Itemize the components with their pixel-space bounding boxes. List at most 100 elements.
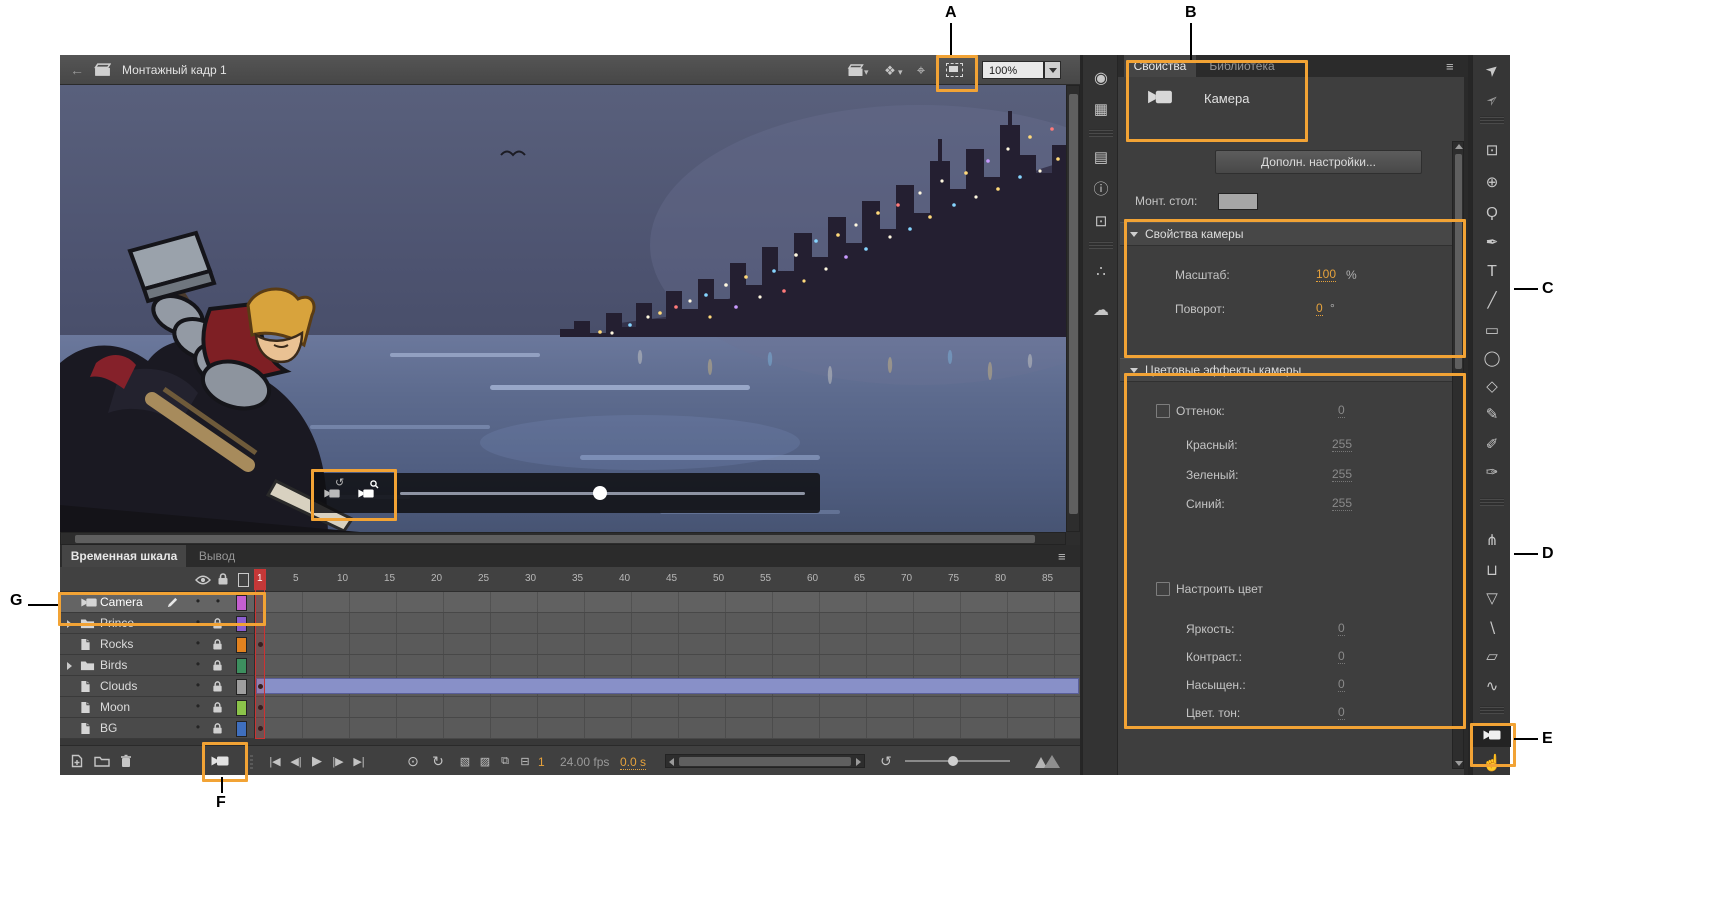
adjust-color-checkbox[interactable] [1156, 582, 1170, 596]
moon-layer-frames[interactable] [255, 697, 1080, 718]
new-layer-button[interactable] [70, 754, 84, 768]
saturation-value[interactable]: 0 [1338, 677, 1345, 692]
stage-canvas[interactable]: ↺ [60, 85, 1066, 532]
red-value[interactable]: 255 [1332, 437, 1352, 452]
layer-row-camera[interactable]: Camera •• [60, 592, 255, 613]
transform-panel-icon[interactable]: ⊡ [1083, 209, 1119, 233]
edit-scene-menu-icon[interactable] [845, 63, 865, 77]
edit-multiple-frames-button[interactable]: ⧉ [496, 751, 514, 771]
delete-layer-button[interactable] [120, 754, 132, 768]
lasso-tool[interactable]: Ϙ [1473, 200, 1511, 224]
pen-tool[interactable]: ✒ [1473, 230, 1511, 254]
hand-tool[interactable]: ☝ [1473, 751, 1511, 775]
selection-tool[interactable]: ➤ [1473, 58, 1511, 82]
blue-value[interactable]: 255 [1332, 496, 1352, 511]
edit-symbols-menu-icon[interactable]: ❖ [882, 61, 898, 79]
add-camera-button[interactable] [210, 754, 230, 768]
swatches-panel-icon[interactable]: ▦ [1083, 97, 1119, 121]
tab-timeline[interactable]: Временная шкала [62, 545, 186, 567]
layer-row-rocks[interactable]: Rocks • [60, 634, 255, 655]
line-tool[interactable]: ╱ [1473, 288, 1511, 312]
free-transform-tool[interactable]: ⊡ [1473, 138, 1511, 162]
tab-properties[interactable]: Свойства [1124, 55, 1196, 77]
zoom-level-field[interactable]: 100% [982, 61, 1044, 79]
tab-output[interactable]: Вывод [188, 545, 246, 567]
green-value[interactable]: 255 [1332, 467, 1352, 482]
lock-icon[interactable] [212, 638, 223, 651]
loop-button[interactable]: ↻ [428, 751, 448, 771]
outline-all-icon[interactable] [238, 573, 249, 587]
onion-skin-outline-button[interactable]: ▨ [476, 751, 494, 771]
step-forward-button[interactable]: |▶ [328, 751, 348, 771]
step-back-button[interactable]: ◀| [286, 751, 306, 771]
stage-color-swatch[interactable] [1218, 193, 1258, 210]
edit-scene-dropdown-icon[interactable]: ▾ [864, 67, 869, 78]
layer-row-birds[interactable]: Birds • [60, 655, 255, 676]
panel-menu-icon[interactable]: ≡ [1446, 59, 1454, 74]
camera-layer-frames[interactable] [255, 592, 1080, 613]
rocks-layer-frames[interactable] [255, 634, 1080, 655]
expand-triangle-icon[interactable] [67, 620, 72, 628]
center-stage-icon[interactable]: ⌖ [912, 60, 930, 80]
play-button[interactable]: ▶ [307, 751, 327, 771]
bg-layer-frames[interactable] [255, 718, 1080, 739]
layer-row-bg[interactable]: BG • [60, 718, 255, 739]
camera-tool[interactable] [1473, 723, 1511, 747]
tween-span[interactable] [256, 678, 1079, 694]
align-panel-icon[interactable]: ▤ [1083, 145, 1119, 169]
subselection-tool[interactable]: ➣ [1473, 88, 1511, 112]
ink-bottle-tool[interactable]: ▽ [1473, 586, 1511, 610]
layer-row-prince[interactable]: Prince • [60, 613, 255, 634]
hue-value[interactable]: 0 [1338, 705, 1345, 720]
lock-icon[interactable] [212, 722, 223, 735]
rectangle-tool[interactable]: ▭ [1473, 318, 1511, 342]
birds-layer-frames[interactable] [255, 655, 1080, 676]
camera-rotate-value[interactable]: 0 [1316, 301, 1323, 316]
brightness-value[interactable]: 0 [1338, 621, 1345, 636]
clouds-layer-frames[interactable] [255, 676, 1080, 697]
layer-row-moon[interactable]: Moon • [60, 697, 255, 718]
camera-color-effects-section-header[interactable]: Цветовые эффекты камеры [1120, 358, 1452, 382]
lock-icon[interactable] [212, 659, 223, 672]
brush-tool[interactable]: ✑ [1473, 460, 1511, 484]
lock-icon[interactable] [212, 680, 223, 693]
elapsed-time-value[interactable]: 0.0 s [620, 755, 646, 770]
frame-rate-value[interactable]: 24.00 fps [560, 755, 609, 769]
zoom-dropdown-button[interactable] [1044, 61, 1061, 79]
camera-properties-section-header[interactable]: Свойства камеры [1120, 222, 1452, 246]
bone-tool[interactable]: ⋔ [1473, 528, 1511, 552]
new-folder-button[interactable] [94, 755, 110, 767]
layer-row-clouds[interactable]: Clouds • [60, 676, 255, 697]
brush-library-panel-icon[interactable]: ∴ [1083, 259, 1119, 283]
camera-zoom-button[interactable] [352, 480, 380, 506]
prince-layer-frames[interactable] [255, 613, 1080, 634]
properties-scrollbar[interactable] [1452, 141, 1464, 769]
cc-libraries-panel-icon[interactable]: ☁ [1083, 299, 1119, 323]
expand-triangle-icon[interactable] [67, 662, 72, 670]
stage-horizontal-scrollbar[interactable] [60, 532, 1066, 545]
go-to-last-frame-button[interactable]: ▶| [349, 751, 369, 771]
edit-symbols-dropdown-icon[interactable]: ▾ [898, 67, 903, 78]
paint-bucket-tool[interactable]: ⊔ [1473, 558, 1511, 582]
contrast-value[interactable]: 0 [1338, 649, 1345, 664]
eyedropper-tool[interactable]: ∖ [1473, 616, 1511, 640]
info-panel-icon[interactable]: ⓘ [1083, 177, 1119, 201]
back-arrow-icon[interactable]: ← [70, 62, 84, 78]
frame-view-icon[interactable] [1035, 755, 1060, 773]
width-tool[interactable]: ∿ [1473, 674, 1511, 698]
center-frame-button[interactable]: ⊙ [403, 751, 423, 771]
tint-value[interactable]: 0 [1338, 403, 1345, 418]
show-hide-all-icon[interactable] [195, 575, 211, 585]
color-panel-icon[interactable]: ◉ [1083, 67, 1119, 91]
tab-library[interactable]: Библиотека [1200, 55, 1284, 77]
stage-vertical-scrollbar[interactable] [1066, 85, 1080, 532]
pencil-tool[interactable]: ✎ [1473, 402, 1511, 426]
lock-icon[interactable] [212, 701, 223, 714]
oval-tool[interactable]: ◯ [1473, 346, 1511, 370]
advanced-settings-button[interactable]: Дополн. настройки... [1215, 150, 1422, 174]
onion-skin-button[interactable]: ▧ [456, 751, 474, 771]
polystar-tool[interactable]: ◇ [1473, 374, 1511, 398]
playhead[interactable] [255, 569, 265, 739]
timeline-horizontal-scrollbar[interactable] [665, 754, 865, 768]
text-tool[interactable]: T [1473, 260, 1511, 284]
